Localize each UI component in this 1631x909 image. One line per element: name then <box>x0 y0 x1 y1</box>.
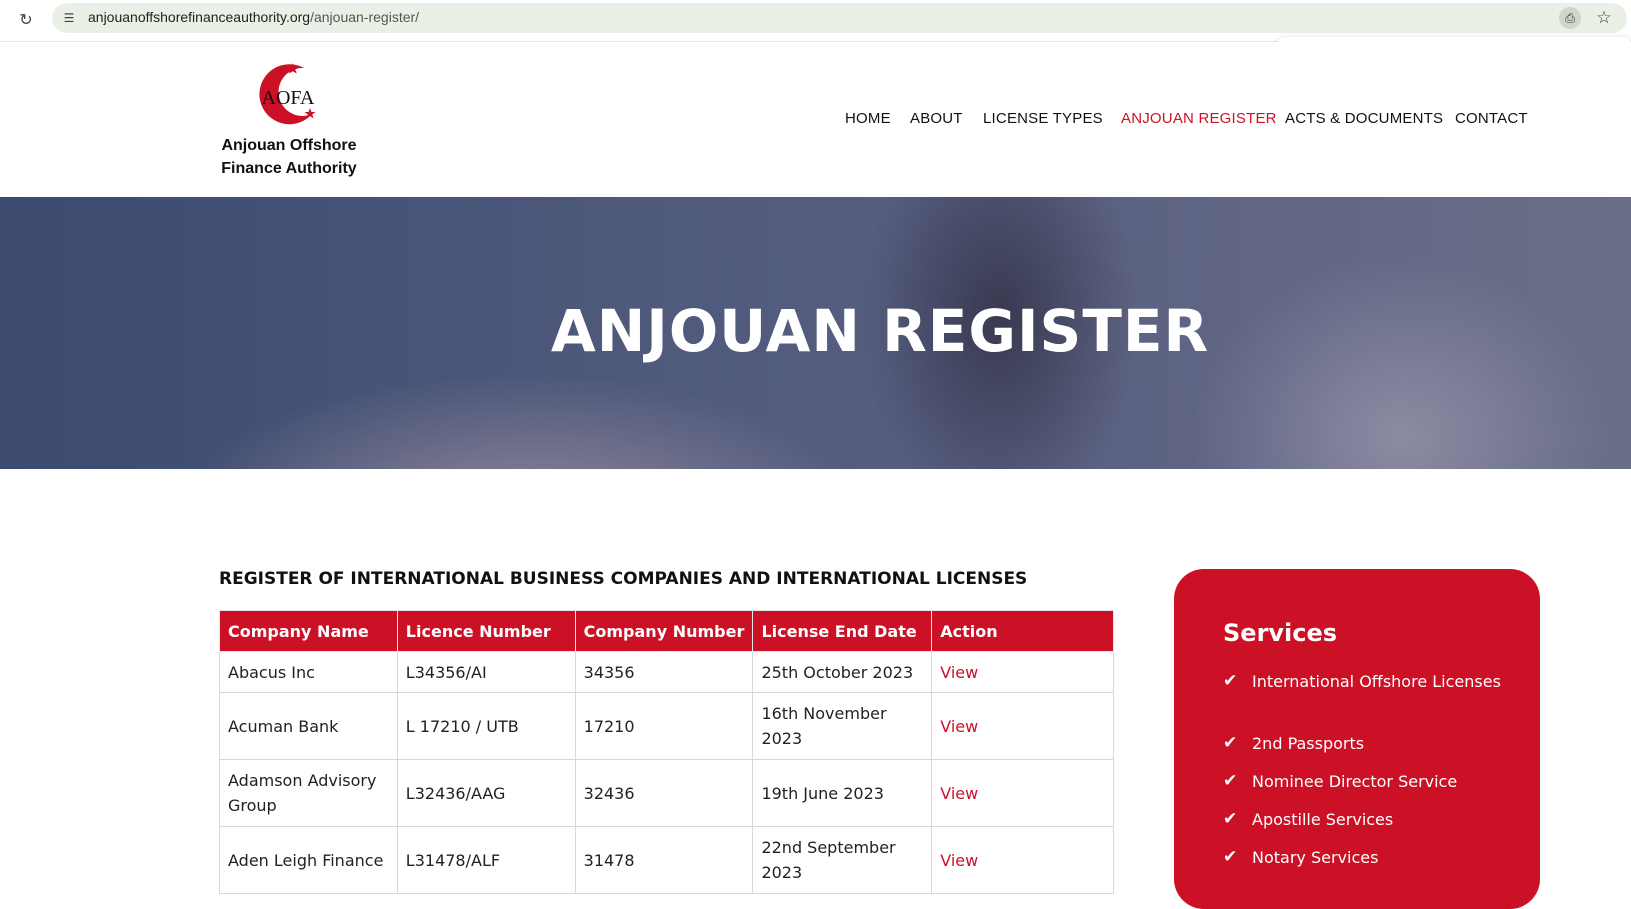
nav-contact[interactable]: CONTACT <box>1455 110 1528 127</box>
company-name-cell: Adamson Advisory Group <box>219 759 398 827</box>
table-header-row: Company Name Licence Number Company Numb… <box>219 610 1114 652</box>
company-number-cell: 34356 <box>574 651 754 693</box>
license-end-date-cell: 19th June 2023 <box>752 759 933 827</box>
licence-number-cell: L31478/ALF <box>396 826 576 894</box>
logo[interactable]: AOFA Anjouan Offshore Finance Authority <box>216 62 366 182</box>
logo-mark-text: AOFA <box>262 87 316 109</box>
hero-banner: ANJOUAN REGISTER <box>0 197 1631 469</box>
logo-name-line2: Finance Authority <box>221 160 357 177</box>
company-number-cell: 17210 <box>574 692 754 760</box>
services-title: Services <box>1223 619 1338 647</box>
url-path: /anjouan-register/ <box>310 9 420 25</box>
company-number-cell: 31478 <box>574 826 754 894</box>
register-title: REGISTER OF INTERNATIONAL BUSINESS COMPA… <box>219 569 1028 589</box>
service-label: 2nd Passports <box>1252 734 1365 753</box>
nav-home[interactable]: HOME <box>845 110 891 127</box>
nav-acts-documents[interactable]: ACTS & DOCUMENTS <box>1285 110 1443 127</box>
view-link[interactable]: View <box>940 784 978 803</box>
license-end-date-cell: 22nd September 2023 <box>752 826 933 894</box>
table-row: Acuman Bank L 17210 / UTB 17210 16th Nov… <box>219 692 1114 760</box>
licence-number-cell: L34356/AI <box>396 651 576 693</box>
reading-mode-icon[interactable]: ⎙ <box>1559 7 1581 29</box>
services-panel: Services ✔ International Offshore Licens… <box>1174 569 1540 909</box>
action-cell: View <box>931 651 1114 693</box>
browser-toolbar: ↻ ☰ anjouanoffshorefinanceauthority.org/… <box>0 0 1631 42</box>
column-header: Licence Number <box>396 610 576 652</box>
licence-number-cell: L 17210 / UTB <box>396 692 576 760</box>
hero-title: ANJOUAN REGISTER <box>550 297 1210 365</box>
service-label: International Offshore Licenses <box>1252 672 1501 691</box>
view-link[interactable]: View <box>940 663 978 682</box>
nav-license-types[interactable]: LICENSE TYPES <box>983 110 1103 127</box>
site-info-icon[interactable]: ☰ <box>60 9 78 27</box>
service-label: Nominee Director Service <box>1252 772 1458 791</box>
checkmark-icon: ✔ <box>1223 809 1238 829</box>
logo-name-line1: Anjouan Offshore <box>221 137 357 154</box>
column-header: Company Name <box>219 610 398 652</box>
nav-anjouan-register[interactable]: ANJOUAN REGISTER <box>1121 110 1277 127</box>
company-name-cell: Abacus Inc <box>219 651 398 693</box>
table-row: Adamson Advisory Group L32436/AAG 32436 … <box>219 759 1114 827</box>
column-header: Company Number <box>574 610 754 652</box>
column-header: License End Date <box>752 610 933 652</box>
licence-number-cell: L32436/AAG <box>396 759 576 827</box>
view-link[interactable]: View <box>940 717 978 736</box>
action-cell: View <box>931 692 1114 760</box>
reload-icon[interactable]: ↻ <box>14 8 38 32</box>
column-header: Action <box>931 610 1114 652</box>
address-bar[interactable]: ☰ anjouanoffshorefinanceauthority.org/an… <box>52 3 1627 33</box>
bookmark-star-icon[interactable]: ☆ <box>1593 7 1615 29</box>
action-cell: View <box>931 759 1114 827</box>
checkmark-icon: ✔ <box>1223 771 1238 791</box>
checkmark-icon: ✔ <box>1223 847 1238 867</box>
company-name-cell: Aden Leigh Finance <box>219 826 398 894</box>
checkmark-icon: ✔ <box>1223 733 1238 753</box>
service-label: Apostille Services <box>1252 810 1394 829</box>
table-row: Abacus Inc L34356/AI 34356 25th October … <box>219 651 1114 693</box>
service-label: Notary Services <box>1252 848 1379 867</box>
url-domain: anjouanoffshorefinanceauthority.org <box>88 9 311 25</box>
company-name-cell: Acuman Bank <box>219 692 398 760</box>
company-number-cell: 32436 <box>574 759 754 827</box>
action-cell: View <box>931 826 1114 894</box>
logo-mark: AOFA <box>259 63 316 125</box>
url-text[interactable]: anjouanoffshorefinanceauthority.org/anjo… <box>88 9 419 25</box>
license-end-date-cell: 16th November 2023 <box>752 692 933 760</box>
license-end-date-cell: 25th October 2023 <box>752 651 933 693</box>
site-header: AOFA Anjouan Offshore Finance Authority … <box>0 42 1631 197</box>
checkmark-icon: ✔ <box>1223 671 1238 691</box>
table-row: Aden Leigh Finance L31478/ALF 31478 22nd… <box>219 826 1114 894</box>
logo-name: Anjouan Offshore Finance Authority <box>216 134 362 180</box>
view-link[interactable]: View <box>940 851 978 870</box>
register-table: Company Name Licence Number Company Numb… <box>219 610 1114 894</box>
nav-about[interactable]: ABOUT <box>910 110 963 127</box>
